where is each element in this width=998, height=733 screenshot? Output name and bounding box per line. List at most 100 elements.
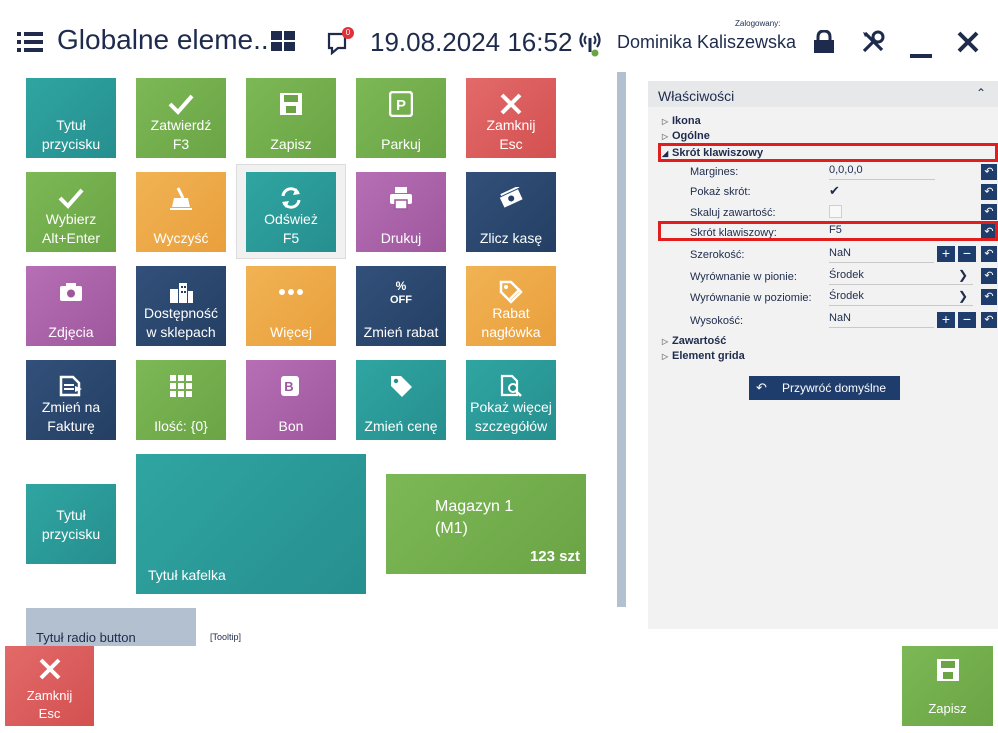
tile-more[interactable]: Więcej — [246, 266, 336, 346]
horizontal-alignment-label: Wyrównanie w poziomie: — [690, 292, 812, 304]
tile-label: Zmień cenę — [364, 418, 438, 434]
tile-clear[interactable]: Wyczyść — [136, 172, 226, 252]
tile-park[interactable]: P Parkuj — [356, 78, 446, 158]
reset-vertical-alignment-button[interactable]: ↶ — [981, 268, 997, 284]
width-increment-button[interactable]: + — [937, 246, 955, 262]
radio-button-tile[interactable]: Tytuł radio button — [26, 608, 196, 646]
save-button[interactable]: Zapisz — [902, 646, 993, 726]
tile-photos[interactable]: Zdjęcia — [26, 266, 116, 346]
width-input[interactable]: NaN — [829, 247, 934, 263]
notification-badge: 0 — [342, 27, 354, 39]
height-input[interactable]: NaN — [829, 312, 934, 328]
collapse-chevron-icon[interactable]: ⌃ — [976, 86, 986, 100]
height-label: Wysokość: — [690, 315, 744, 327]
svg-text:OFF: OFF — [390, 294, 412, 305]
menu-icon[interactable] — [17, 31, 43, 58]
close-button[interactable]: Zamknij Esc — [5, 646, 94, 726]
svg-text:P: P — [396, 97, 406, 114]
tile-count-cash[interactable]: Zlicz kasę — [466, 172, 556, 252]
tile-label: Tytuł przycisku — [41, 507, 101, 542]
radio-button-label: Tytuł radio button — [36, 630, 136, 645]
restore-defaults-button[interactable]: ↶ Przywróć domyślne — [749, 376, 900, 400]
properties-panel: Właściwości ⌃ ▷ Ikona ▷ Ogólne ◢ Skrót klaw… — [648, 81, 998, 629]
close-icon[interactable] — [957, 31, 979, 58]
close-icon — [466, 90, 556, 118]
vertical-alignment-value: Środek — [829, 269, 864, 281]
tile-confirm[interactable]: Zatwierdź F3 — [136, 78, 226, 158]
tile-store-availability[interactable]: Dostępność w sklepach — [136, 266, 226, 346]
cash-icon — [466, 184, 556, 212]
tile-label: Drukuj — [380, 230, 422, 246]
price-tag-icon — [356, 372, 446, 400]
tile-label: Zmień rabat — [363, 324, 439, 340]
section-general[interactable]: ▷ Ogólne — [662, 130, 710, 142]
tile-label: Wyczyść — [153, 230, 209, 246]
tools-icon[interactable] — [861, 30, 885, 59]
margins-label: Margines: — [690, 166, 739, 178]
reset-height-button[interactable]: ↶ — [981, 312, 997, 328]
grid-scrollbar[interactable] — [617, 72, 626, 607]
big-tile-label: Tytuł kafelka — [148, 567, 226, 583]
discount-icon: % OFF — [356, 278, 446, 306]
section-content[interactable]: ▷ Zawartość — [662, 335, 726, 347]
reset-show-shortcut-button[interactable]: ↶ — [981, 184, 997, 200]
scale-content-checkbox[interactable] — [829, 205, 842, 218]
reset-margins-button[interactable]: ↶ — [981, 164, 997, 180]
tile-save[interactable]: Zapisz — [246, 78, 336, 158]
vertical-alignment-select[interactable]: Środek — [829, 269, 973, 285]
section-grid-element[interactable]: ▷ Element grida — [662, 350, 745, 362]
tile-select[interactable]: Wybierz Alt+Enter — [26, 172, 116, 252]
restore-defaults-label: Przywróć domyślne — [782, 381, 887, 395]
width-decrement-button[interactable]: − — [958, 246, 976, 262]
margins-input[interactable]: 0,0,0,0 — [829, 164, 935, 180]
height-increment-button[interactable]: + — [937, 312, 955, 328]
tile-header-discount[interactable]: Rabat nagłówka — [466, 266, 556, 346]
tile-label: Zmień na Fakturę — [41, 399, 101, 434]
tile-quantity[interactable]: Ilość: {0} — [136, 360, 226, 440]
tile-print[interactable]: Drukuj — [356, 172, 446, 252]
minimize-icon[interactable] — [910, 47, 932, 65]
tile-label: Parkuj — [381, 136, 421, 152]
tile-refresh[interactable]: Odśwież F5 — [246, 172, 336, 252]
tile-button-title-2[interactable]: Tytuł przycisku — [26, 484, 116, 564]
voucher-icon: B — [246, 372, 336, 400]
height-decrement-button[interactable]: − — [958, 312, 976, 328]
vertical-alignment-label: Wyrównanie w pionie: — [690, 271, 797, 283]
lock-icon[interactable] — [813, 29, 835, 59]
document-search-icon — [466, 372, 556, 400]
horizontal-alignment-select[interactable]: Środek — [829, 290, 973, 306]
big-tile[interactable]: Tytuł kafelka — [136, 454, 366, 594]
width-label: Szerokość: — [690, 249, 745, 261]
reset-horizontal-alignment-button[interactable]: ↶ — [981, 289, 997, 305]
chevron-down-icon[interactable]: ❯ — [958, 289, 968, 303]
tile-change-to-invoice[interactable]: Zmień na Fakturę — [26, 360, 116, 440]
horizontal-alignment-value: Środek — [829, 290, 864, 302]
svg-text:B: B — [284, 379, 293, 394]
tile-label: Zatwierdź F3 — [150, 117, 212, 152]
tile-label: Zamknij Esc — [486, 117, 536, 152]
tile-label: Zdjęcia — [48, 324, 94, 340]
scale-content-label: Skaluj zawartość: — [690, 207, 776, 219]
panel-header[interactable]: Właściwości ⌃ — [648, 81, 998, 107]
warehouse-tile[interactable]: Magazyn 1 (M1) 123 szt — [386, 474, 586, 574]
panel-title: Właściwości — [658, 88, 735, 104]
chevron-down-icon[interactable]: ❯ — [958, 268, 968, 282]
show-shortcut-checkbox[interactable]: ✔ — [829, 184, 843, 198]
reset-scale-button[interactable]: ↶ — [981, 204, 997, 220]
tile-label: Ilość: {0} — [154, 418, 208, 434]
tile-show-details[interactable]: Pokaż więcej szczegółów — [466, 360, 556, 440]
reset-width-button[interactable]: ↶ — [981, 246, 997, 262]
tile-change-price[interactable]: Zmień cenę — [356, 360, 446, 440]
tile-button-title[interactable]: Tytuł przycisku — [26, 78, 116, 158]
connection-status-icon — [577, 29, 603, 62]
window-title: Globalne eleme... — [57, 24, 277, 55]
svg-text:%: % — [396, 279, 407, 293]
tile-close[interactable]: Zamknij Esc — [466, 78, 556, 158]
section-icon[interactable]: ▷ Ikona — [662, 115, 701, 127]
tile-voucher[interactable]: B Bon — [246, 360, 336, 440]
tooltip-text: [Tooltip] — [210, 632, 242, 642]
expand-triangle-icon: ▷ — [662, 132, 669, 141]
tile-change-discount[interactable]: % OFF Zmień rabat — [356, 266, 446, 346]
grid-view-icon[interactable] — [271, 31, 295, 56]
tile-grid: Tytuł przycisku Zatwierdź F3 Zapisz P Pa… — [0, 70, 612, 646]
